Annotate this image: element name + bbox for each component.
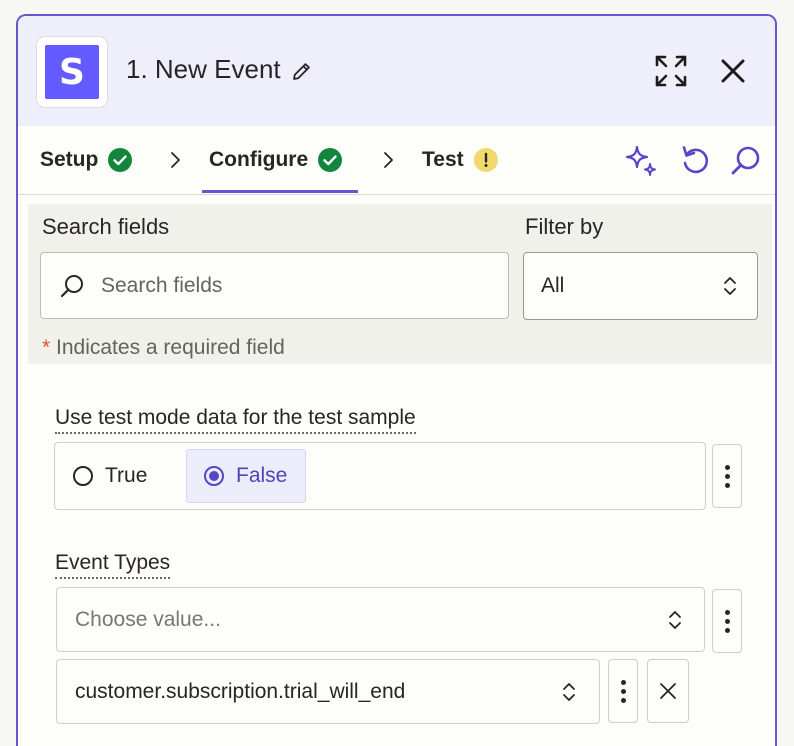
kebab-menu-icon xyxy=(724,464,730,488)
kebab-menu-icon xyxy=(724,609,730,633)
remove-event-type-button[interactable] xyxy=(647,659,689,723)
event-type-value-select[interactable]: customer.subscription.trial_will_end xyxy=(56,659,600,724)
search-fields-box[interactable] xyxy=(40,252,509,319)
event-type-value-more-button[interactable] xyxy=(608,659,638,723)
tab-configure[interactable]: Configure xyxy=(209,126,343,194)
tab-setup[interactable]: Setup xyxy=(40,126,133,194)
panel-header: S 1. New Event xyxy=(18,16,775,126)
event-types-field-label: Event Types xyxy=(55,551,171,579)
tab-setup-label: Setup xyxy=(40,148,99,171)
tab-test-label: Test xyxy=(422,148,464,171)
check-circle-icon xyxy=(318,148,343,172)
event-types-placeholder: Choose value... xyxy=(75,607,221,631)
filter-by-label: Filter by xyxy=(525,214,604,239)
test-mode-radio-group: True False xyxy=(54,442,706,510)
close-icon xyxy=(660,683,676,699)
app-logo: S xyxy=(36,36,108,108)
search-icon xyxy=(60,274,83,297)
required-field-note: * Indicates a required field xyxy=(42,336,285,360)
test-mode-field-label: Use test mode data for the test sample xyxy=(55,406,416,434)
radio-button-selected xyxy=(204,466,224,486)
undo-icon[interactable] xyxy=(677,143,711,177)
close-icon[interactable] xyxy=(720,58,746,84)
step-tabs: Setup Configure Test xyxy=(18,126,775,195)
chevron-updown-icon xyxy=(563,683,575,701)
required-note-text: Indicates a required field xyxy=(50,336,285,359)
radio-button xyxy=(73,466,93,486)
active-tab-indicator xyxy=(202,190,358,193)
step-editor-panel: S 1. New Event Setup Configure Test Sear… xyxy=(16,14,777,746)
radio-option-false[interactable]: False xyxy=(186,449,306,503)
field-filter-section: Search fields Filter by All * Indicates … xyxy=(28,204,772,364)
search-fields-label: Search fields xyxy=(42,214,170,239)
pencil-icon[interactable] xyxy=(290,59,314,83)
chevron-right-icon xyxy=(384,152,393,168)
search-icon[interactable] xyxy=(729,143,763,177)
chevron-updown-icon xyxy=(724,277,736,295)
filter-by-select[interactable]: All xyxy=(523,252,758,320)
chevron-updown-icon xyxy=(669,611,681,629)
check-circle-icon xyxy=(108,148,133,172)
event-types-more-button[interactable] xyxy=(712,589,742,653)
test-mode-more-button[interactable] xyxy=(712,444,742,508)
event-type-value: customer.subscription.trial_will_end xyxy=(75,679,406,703)
chevron-right-icon xyxy=(171,152,180,168)
tab-test[interactable]: Test xyxy=(422,126,498,194)
stripe-logo: S xyxy=(45,45,99,99)
sparkle-icon[interactable] xyxy=(624,143,658,177)
radio-option-true[interactable]: True xyxy=(73,449,173,503)
required-asterisk: * xyxy=(42,336,51,359)
warning-circle-icon xyxy=(473,148,498,172)
step-title[interactable]: 1. New Event xyxy=(126,54,281,85)
tab-configure-label: Configure xyxy=(209,148,309,171)
expand-icon[interactable] xyxy=(654,54,688,88)
event-types-add-select[interactable]: Choose value... xyxy=(56,587,705,652)
filter-by-value: All xyxy=(541,274,565,297)
radio-option-label: False xyxy=(236,464,288,487)
search-fields-input[interactable] xyxy=(99,272,483,299)
kebab-menu-icon xyxy=(620,679,626,703)
radio-option-label: True xyxy=(105,464,148,487)
